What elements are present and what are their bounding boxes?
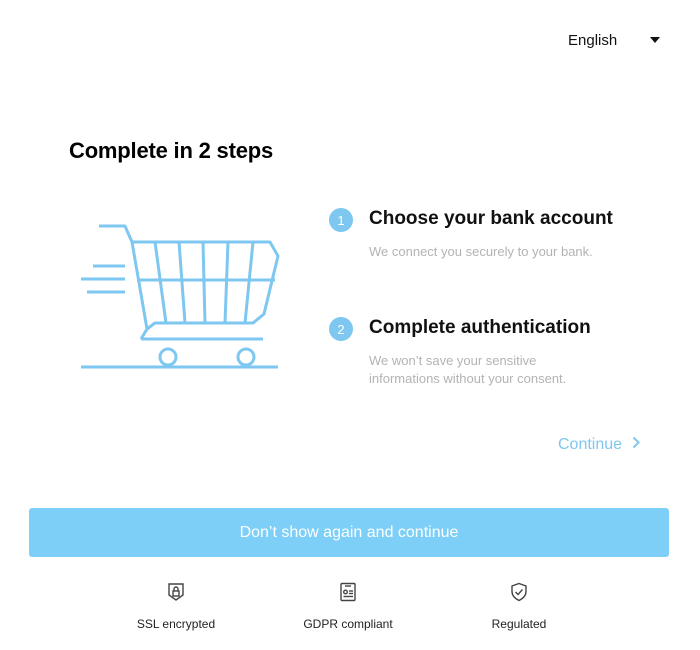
step-1-description: We connect you securely to your bank. <box>369 244 593 259</box>
badge-gdpr-label: GDPR compliant <box>303 617 393 631</box>
chevron-right-icon <box>632 436 640 454</box>
step-1-number: 1 <box>329 208 353 232</box>
continue-link[interactable]: Continue <box>558 435 640 455</box>
lock-badge-icon <box>166 582 186 607</box>
shopping-cart-icon <box>75 220 290 380</box>
badge-regulated-label: Regulated <box>491 617 547 631</box>
badge-gdpr: GDPR compliant <box>283 582 413 631</box>
language-selector[interactable]: English <box>560 28 670 52</box>
dont-show-again-button[interactable]: Don’t show again and continue <box>29 508 669 557</box>
step-1-title: Choose your bank account <box>369 208 613 229</box>
shield-check-icon <box>509 582 529 607</box>
step-2-description-line-2: informations without your consent. <box>369 371 567 386</box>
id-card-icon <box>338 582 358 607</box>
step-2-title: Complete authentication <box>369 317 591 338</box>
badge-ssl-label: SSL encrypted <box>136 617 216 631</box>
page-title: Complete in 2 steps <box>69 138 274 163</box>
step-2-description: We won’t save your sensitive information… <box>369 352 629 388</box>
language-label: English <box>568 31 618 49</box>
caret-down-icon <box>650 37 660 43</box>
badge-regulated: Regulated <box>454 582 584 631</box>
step-2-number: 2 <box>329 317 353 341</box>
step-2-description-line-1: We won’t save your sensitive <box>369 353 537 368</box>
continue-label: Continue <box>558 436 623 453</box>
badge-ssl: SSL encrypted <box>111 582 241 631</box>
